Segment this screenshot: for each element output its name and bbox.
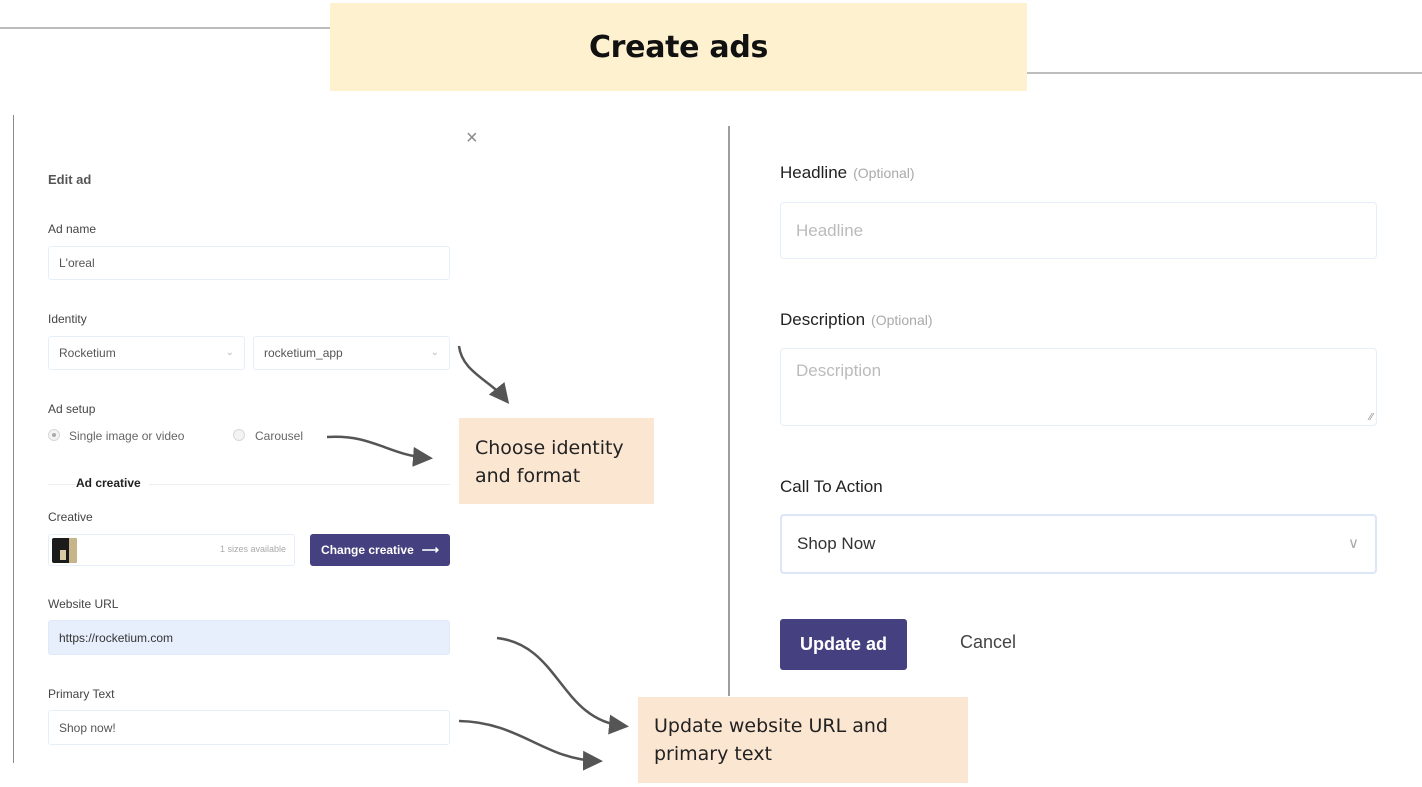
cta-value: Shop Now: [797, 534, 876, 553]
panel-border-left: [13, 115, 14, 763]
callout-url-text: Update website URL and primary text: [638, 697, 968, 783]
description-label: Description (Optional): [780, 310, 933, 330]
ad-setup-label: Ad setup: [48, 402, 96, 416]
description-textarea[interactable]: Description ⁄⁄: [780, 348, 1377, 426]
primary-text-input[interactable]: Shop now!: [48, 710, 450, 745]
change-creative-label: Change creative: [321, 543, 414, 557]
arrow-identity: [457, 345, 510, 404]
ad-name-label: Ad name: [48, 222, 97, 236]
website-url-input[interactable]: https://rocketium.com: [48, 620, 450, 655]
chevron-down-icon: ⌄: [225, 346, 234, 358]
description-optional-text: (Optional): [871, 312, 933, 328]
cancel-button[interactable]: Cancel: [960, 632, 1016, 653]
radio-carousel-label[interactable]: Carousel: [255, 429, 303, 443]
website-url-label: Website URL: [48, 597, 119, 611]
creative-preview: 1 sizes available: [48, 534, 295, 566]
description-placeholder: Description: [796, 361, 882, 380]
creative-label: Creative: [48, 510, 93, 524]
primary-text-value: Shop now!: [59, 720, 116, 735]
arrow-format: [326, 435, 433, 467]
primary-text-label: Primary Text: [48, 687, 115, 701]
close-icon[interactable]: ×: [466, 128, 478, 148]
cta-select[interactable]: Shop Now ∨: [780, 514, 1377, 574]
identity-page-select[interactable]: Rocketium ⌄: [48, 336, 245, 370]
headline-label: Headline (Optional): [780, 163, 915, 183]
identity-account-select[interactable]: rocketium_app ⌄: [253, 336, 450, 370]
slide-title-box: Create ads: [330, 3, 1027, 91]
description-label-text: Description: [780, 310, 866, 329]
callout-line: Choose identity: [475, 437, 624, 459]
radio-single-image[interactable]: [48, 429, 60, 441]
panel-border-middle: [728, 126, 730, 696]
resize-handle-icon[interactable]: ⁄⁄: [1370, 412, 1373, 423]
headline-placeholder: Headline: [796, 221, 864, 240]
slide-title: Create ads: [588, 29, 769, 65]
update-ad-button[interactable]: Update ad: [780, 619, 907, 670]
chevron-down-icon: ∨: [1348, 535, 1359, 552]
ad-name-value: L'oreal: [59, 256, 95, 270]
arrow-website-url: [496, 636, 629, 735]
callout-identity-format: Choose identity and format: [459, 418, 654, 504]
headline-input[interactable]: Headline: [780, 202, 1377, 259]
change-creative-button[interactable]: Change creative ⟶: [310, 534, 450, 566]
sizes-available-text: 1 sizes available: [219, 544, 286, 554]
arrow-right-icon: ⟶: [421, 543, 439, 557]
identity-account-value: rocketium_app: [264, 346, 343, 360]
creative-thumbnail: [52, 538, 77, 563]
dialog-title: Edit ad: [48, 172, 92, 187]
ad-creative-section-title: Ad creative: [76, 476, 149, 490]
callout-line: Update website URL and: [654, 715, 888, 737]
headline-optional-text: (Optional): [853, 165, 915, 181]
identity-page-value: Rocketium: [59, 346, 116, 360]
radio-carousel[interactable]: [233, 429, 245, 441]
radio-single-image-label[interactable]: Single image or video: [69, 429, 184, 443]
slide-divider-left: [0, 27, 330, 29]
slide-divider-right: [1027, 72, 1422, 74]
identity-label: Identity: [48, 312, 87, 326]
update-ad-label: Update ad: [799, 634, 887, 654]
callout-line: and format: [475, 465, 581, 487]
website-url-value: https://rocketium.com: [59, 630, 174, 645]
chevron-down-icon: ⌄: [430, 346, 439, 358]
headline-label-text: Headline: [780, 163, 848, 182]
callout-line: primary text: [654, 743, 772, 765]
ad-name-input[interactable]: L'oreal: [48, 246, 450, 280]
cta-label: Call To Action: [780, 477, 883, 496]
arrow-primary-text: [458, 719, 603, 771]
